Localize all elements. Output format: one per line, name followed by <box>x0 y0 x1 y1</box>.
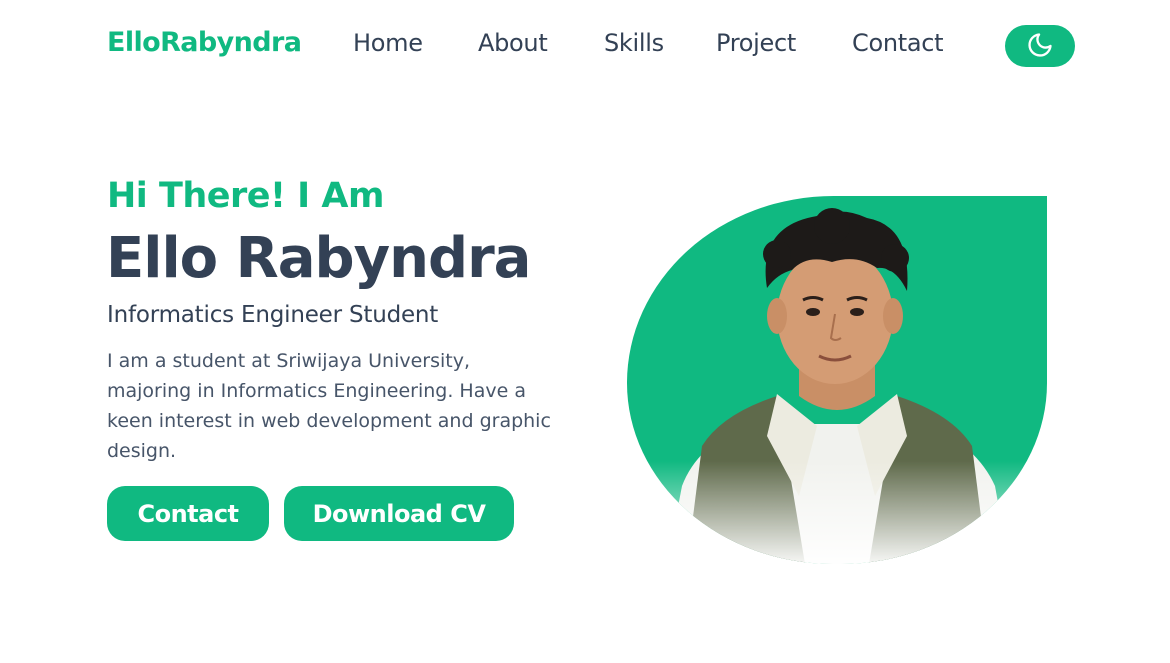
nav-home[interactable]: Home <box>353 29 423 57</box>
nav-skills[interactable]: Skills <box>604 29 664 57</box>
hero-role: Informatics Engineer Student <box>107 302 439 328</box>
nav-contact[interactable]: Contact <box>852 29 944 57</box>
download-cv-button[interactable]: Download CV <box>284 486 514 541</box>
page: ElloRabyndra Home About Skills Project C… <box>0 0 1170 663</box>
hero-greeting: Hi There! I Am <box>107 176 384 216</box>
nav-project[interactable]: Project <box>716 29 796 57</box>
nav-about[interactable]: About <box>478 29 548 57</box>
hero-name: Ello Rabyndra <box>106 226 531 291</box>
hero-bio: I am a student at Sriwijaya University, … <box>107 350 551 462</box>
brand-logo[interactable]: ElloRabyndra <box>107 27 302 58</box>
theme-toggle-button[interactable] <box>1005 25 1075 67</box>
contact-button[interactable]: Contact <box>107 486 269 541</box>
profile-photo <box>627 196 1047 564</box>
profile-portrait-illustration <box>627 196 1047 564</box>
moon-icon <box>1026 31 1054 62</box>
